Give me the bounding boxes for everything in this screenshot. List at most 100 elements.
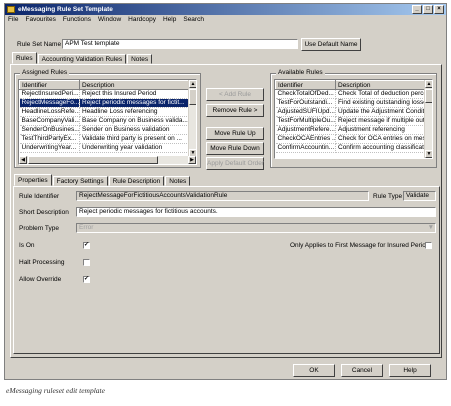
available-rules-title: Available Rules [276, 69, 325, 77]
allow-override-label: Allow Override [19, 276, 62, 283]
tab-properties[interactable]: Properties [14, 174, 52, 186]
assigned-col-identifier[interactable]: Identifier [19, 80, 80, 90]
ok-button[interactable]: OK [293, 364, 335, 377]
cell-description: Reject message if multiple outst [335, 116, 427, 126]
available-col-identifier[interactable]: Identifier [275, 80, 336, 90]
table-row[interactable]: CheckOCAEntries ... Check for OCA entries… [275, 134, 427, 144]
cell-description: Headline Loss referencing [79, 107, 191, 117]
remove-rule-button[interactable]: Remove Rule > [206, 104, 264, 117]
table-row[interactable]: BaseCompanyVali... Base Company on Busine… [19, 116, 191, 126]
tab-rule-description[interactable]: Rule Description [108, 176, 165, 186]
table-row[interactable]: CheckTotalOfDed... Check Total of deducti… [275, 89, 427, 99]
cell-description: Underwriting year validation [79, 143, 191, 153]
cell-description: Base Company on Business valida... [79, 116, 191, 126]
cell-identifier: HeadlineLossRefe... [19, 107, 80, 117]
assigned-rules-group: Assigned Rules Identifier Description Re… [14, 69, 201, 168]
title-bar: eMessaging Rule Set Template _ □ × [5, 4, 446, 15]
table-row[interactable]: TestForOutstandi... Find existing outstan… [275, 98, 427, 108]
problem-type-value: Error [79, 224, 94, 231]
table-row[interactable]: AdjustedSUFIUpd... Update the Adjustment … [275, 107, 427, 117]
rule-set-name-input[interactable]: APM Test template [62, 39, 298, 49]
rule-set-name-label: Rule Set Name [17, 41, 62, 48]
cell-description: Validate third party is present on ... [79, 134, 191, 144]
tab-factory-settings[interactable]: Factory Settings [52, 176, 108, 186]
move-rule-up-button[interactable]: Move Rule Up [206, 127, 264, 140]
assigned-rules-grid: Identifier Description RejectInsuredPeri… [18, 79, 197, 165]
tab-rules[interactable]: Rules [12, 52, 37, 64]
apply-default-order-button[interactable]: Apply Default Order [206, 157, 264, 170]
assigned-col-description[interactable]: Description [79, 80, 191, 90]
cell-identifier: UnderwritingYear... [19, 143, 80, 153]
short-description-input[interactable]: Reject periodic messages for fictitious … [76, 207, 436, 217]
cell-identifier: TestForMultipleOu... [275, 116, 336, 126]
table-row[interactable]: AdjustmentRefere... Adjustment referencin… [275, 125, 427, 135]
tab-notes[interactable]: Notes [127, 54, 153, 64]
is-on-checkbox[interactable]: ✓ [83, 242, 90, 249]
first-message-checkbox[interactable] [425, 242, 432, 249]
scroll-down-arrow-icon[interactable]: ▼ [425, 150, 432, 158]
available-rules-group: Available Rules Identifier Description C… [270, 69, 437, 168]
cell-identifier: BaseCompanyVali... [19, 116, 80, 126]
cell-identifier: AdjustmentRefere... [275, 125, 336, 135]
cell-description: Sender on Business validation [79, 125, 191, 135]
table-row-selected[interactable]: RejectMessageFo... Reject periodic messag… [19, 98, 191, 108]
scroll-thumb[interactable] [28, 156, 158, 164]
allow-override-checkbox[interactable]: ✓ [83, 276, 90, 283]
table-row[interactable]: SenderOnBusines... Sender on Business val… [19, 125, 191, 135]
available-vertical-scrollbar[interactable]: ▲ ▼ [424, 80, 432, 158]
cancel-button[interactable]: Cancel [341, 364, 383, 377]
table-row[interactable]: RejectInsuredPeri... Reject this Insured … [19, 89, 191, 99]
menu-favourites[interactable]: Favourites [25, 15, 55, 25]
problem-type-select[interactable]: Error ▼ [76, 223, 436, 233]
cell-identifier: SenderOnBusines... [19, 125, 80, 135]
scroll-up-arrow-icon[interactable]: ▲ [425, 80, 432, 88]
rule-identifier-label: Rule Identifier [19, 193, 60, 200]
menu-hardcopy[interactable]: Hardcopy [128, 15, 156, 25]
short-description-label: Short Description [19, 209, 69, 216]
menu-search[interactable]: Search [183, 15, 204, 25]
halt-processing-checkbox[interactable] [83, 259, 90, 266]
assigned-rules-title: Assigned Rules [20, 69, 70, 77]
scroll-left-arrow-icon[interactable]: ◀ [19, 156, 27, 164]
scroll-thumb[interactable] [189, 89, 196, 105]
table-row[interactable]: UnderwritingYear... Underwriting year val… [19, 143, 191, 153]
cell-description: Update the Adjustment Condition [335, 107, 427, 117]
cell-identifier: CheckTotalOfDed... [275, 89, 336, 99]
scroll-up-arrow-icon[interactable]: ▲ [189, 80, 196, 88]
scroll-thumb[interactable] [425, 89, 432, 103]
cell-description: Reject this Insured Period [79, 89, 191, 99]
menu-help[interactable]: Help [163, 15, 176, 25]
problem-type-label: Problem Type [19, 225, 59, 232]
cell-identifier: CheckOCAEntries ... [275, 134, 336, 144]
cell-identifier: TestThirdPartyEx... [19, 134, 80, 144]
close-button[interactable]: × [434, 5, 444, 14]
assigned-horizontal-scrollbar[interactable]: ◀ ▶ [19, 156, 196, 164]
table-row[interactable]: HeadlineLossRefe... Headline Loss referen… [19, 107, 191, 117]
menu-bar: File Favourites Functions Window Hardcop… [5, 15, 446, 25]
available-col-description[interactable]: Description [335, 80, 427, 90]
rule-set-template-window: eMessaging Rule Set Template _ □ × File … [4, 3, 447, 380]
table-row[interactable]: ConfirmAccountin... Confirm accounting cl… [275, 143, 427, 153]
window-title: eMessaging Rule Set Template [18, 6, 113, 13]
menu-file[interactable]: File [8, 15, 18, 25]
rule-type-label: Rule Type [373, 193, 403, 200]
table-row[interactable]: TestThirdPartyEx... Validate third party … [19, 134, 191, 144]
menu-functions[interactable]: Functions [63, 15, 91, 25]
tab-accounting-validation-rules[interactable]: Accounting Validation Rules [37, 54, 127, 64]
figure-caption: eMessaging ruleset edit template [6, 386, 105, 395]
tab-property-notes[interactable]: Notes [165, 176, 191, 186]
move-rule-down-button[interactable]: Move Rule Down [206, 142, 264, 155]
cell-identifier: RejectMessageFo... [19, 98, 80, 108]
first-message-label: Only Applies to First Message for Insure… [290, 242, 430, 249]
assigned-vertical-scrollbar[interactable]: ▲ ▼ [188, 80, 196, 157]
available-rules-grid: Identifier Description CheckTotalOfDed..… [274, 79, 433, 159]
table-row[interactable]: TestForMultipleOu... Reject message if mu… [275, 116, 427, 126]
scroll-right-arrow-icon[interactable]: ▶ [188, 156, 196, 164]
use-default-name-button[interactable]: Use Default Name [301, 38, 361, 51]
minimize-button[interactable]: _ [412, 5, 422, 14]
add-rule-button[interactable]: < Add Rule [206, 88, 264, 101]
help-button[interactable]: Help [389, 364, 431, 377]
maximize-button[interactable]: □ [423, 5, 433, 14]
menu-window[interactable]: Window [98, 15, 121, 25]
cell-description: Check for OCA entries on messa [335, 134, 427, 144]
